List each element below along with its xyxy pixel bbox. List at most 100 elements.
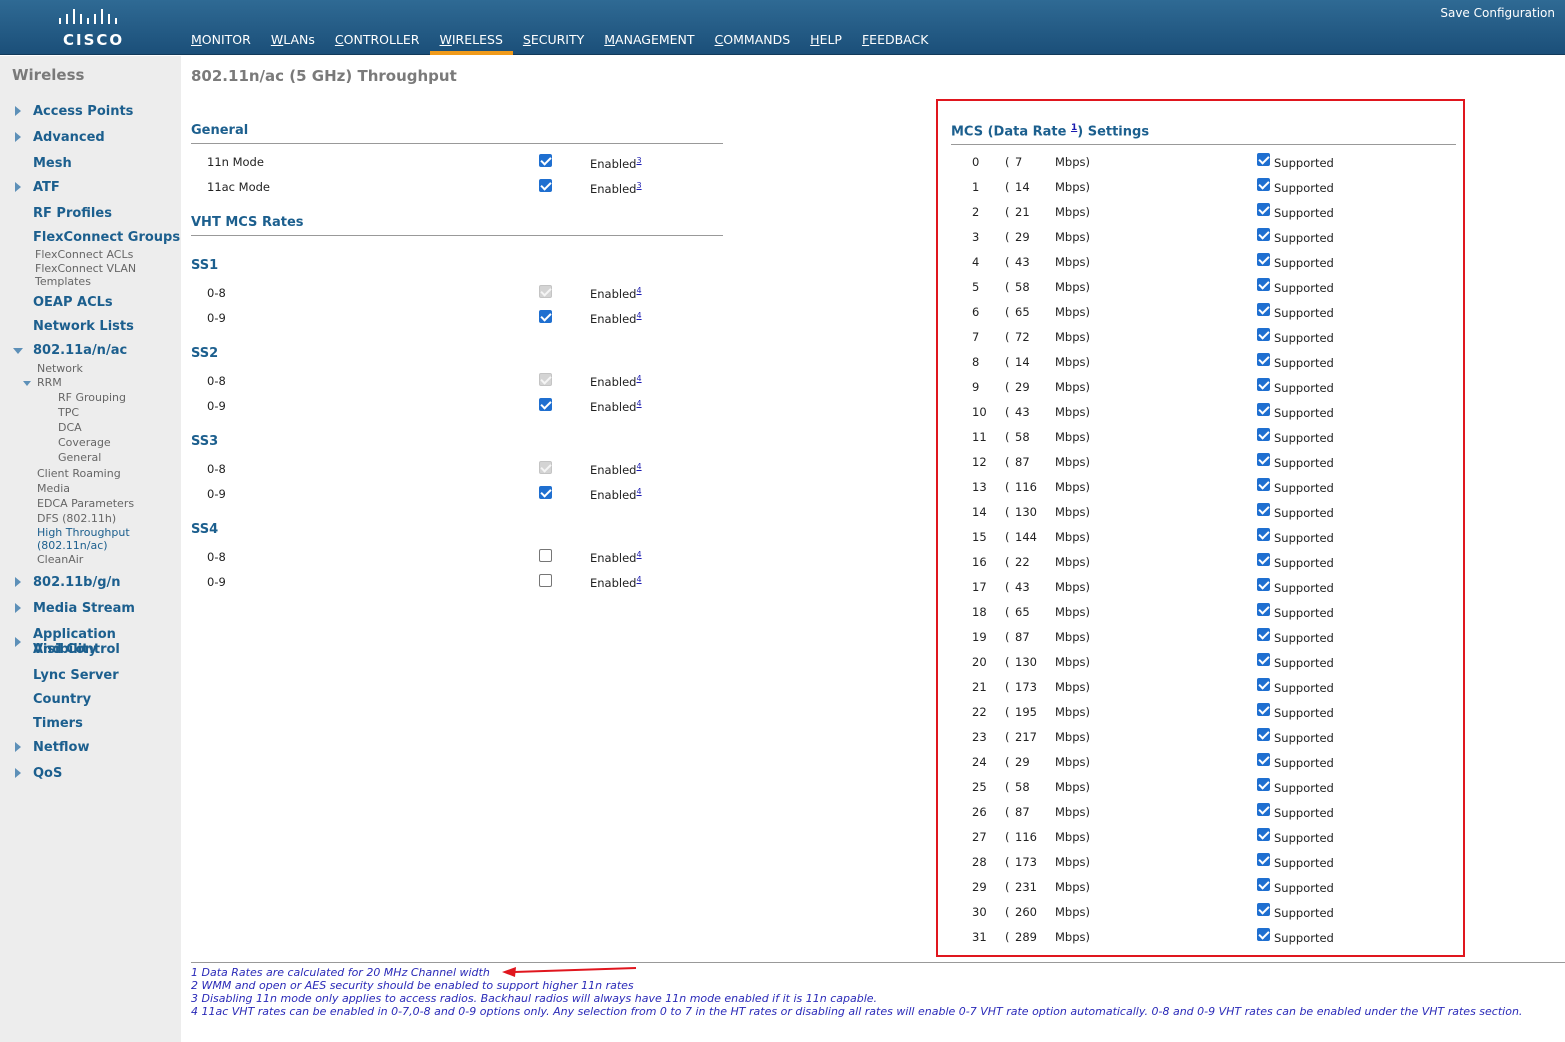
mcs-supported-checkbox[interactable]	[1257, 703, 1270, 716]
sidebar-item-netflow[interactable]: Netflow	[33, 740, 90, 755]
sidebar-item-timers[interactable]: Timers	[33, 716, 83, 731]
mcs-supported-checkbox[interactable]	[1257, 528, 1270, 541]
nav-wlans[interactable]: WLANs	[261, 32, 325, 55]
sidebar-subitem-media[interactable]: Media	[37, 482, 70, 495]
nav-feedback[interactable]: FEEDBACK	[852, 32, 938, 55]
mcs-supported-checkbox[interactable]	[1257, 478, 1270, 491]
sidebar-item-access-points[interactable]: Access Points	[33, 104, 133, 119]
mcs-supported-checkbox[interactable]	[1257, 928, 1270, 941]
sidebar-item-media-stream[interactable]: Media Stream	[33, 601, 135, 616]
sidebar-subitem-tpc[interactable]: TPC	[58, 406, 79, 419]
sidebar-item-country[interactable]: Country	[33, 692, 91, 707]
expand-arrow-icon[interactable]	[15, 768, 21, 778]
sidebar-subitem-coverage[interactable]: Coverage	[58, 436, 111, 449]
sidebar-subitem-templates[interactable]: Templates	[35, 275, 91, 288]
mcs-supported-checkbox[interactable]	[1257, 628, 1270, 641]
sidebar-item-802-11a[interactable]: 802.11a/n/ac	[33, 343, 127, 358]
save-configuration-link[interactable]: Save Configuration	[1440, 6, 1555, 20]
ss3-0-9-checkbox[interactable]	[539, 486, 552, 499]
mcs-supported-checkbox[interactable]	[1257, 428, 1270, 441]
footnote-link[interactable]: 4	[636, 550, 641, 559]
sidebar-subitem-rf-grouping[interactable]: RF Grouping	[58, 391, 126, 404]
mcs-supported-checkbox[interactable]	[1257, 453, 1270, 466]
nav-controller[interactable]: CONTROLLER	[325, 32, 430, 55]
mcs-supported-checkbox[interactable]	[1257, 153, 1270, 166]
mcs-supported-checkbox[interactable]	[1257, 278, 1270, 291]
ss2-0-9-checkbox[interactable]	[539, 398, 552, 411]
expand-arrow-icon[interactable]	[15, 577, 21, 587]
sidebar-subitem-high-throughput[interactable]: High Throughput	[37, 526, 130, 539]
collapse-arrow-icon[interactable]	[13, 348, 23, 354]
mcs-supported-checkbox[interactable]	[1257, 828, 1270, 841]
footnote-link[interactable]: 4	[636, 575, 641, 584]
sidebar-subitem-network[interactable]: Network	[37, 362, 83, 375]
footnote-link[interactable]: 4	[636, 311, 641, 320]
mcs-supported-checkbox[interactable]	[1257, 853, 1270, 866]
mcs-supported-checkbox[interactable]	[1257, 353, 1270, 366]
expand-arrow-icon[interactable]	[15, 106, 21, 116]
sidebar-subitem-dca[interactable]: DCA	[58, 421, 82, 434]
mcs-supported-checkbox[interactable]	[1257, 303, 1270, 316]
mcs-supported-checkbox[interactable]	[1257, 553, 1270, 566]
sidebar-subitem-high-throughput-band[interactable]: (802.11n/ac)	[37, 539, 108, 552]
sidebar-subitem-edca[interactable]: EDCA Parameters	[37, 497, 134, 510]
ss4-0-9-checkbox[interactable]	[539, 574, 552, 587]
nav-security[interactable]: SECURITY	[513, 32, 594, 55]
mcs-supported-checkbox[interactable]	[1257, 878, 1270, 891]
mcs-supported-checkbox[interactable]	[1257, 778, 1270, 791]
mcs-supported-checkbox[interactable]	[1257, 653, 1270, 666]
mcs-supported-checkbox[interactable]	[1257, 603, 1270, 616]
footnote-link[interactable]: 4	[636, 399, 641, 408]
11n-mode-checkbox[interactable]	[539, 154, 552, 167]
footnote-link[interactable]: 4	[636, 286, 641, 295]
mcs-supported-checkbox[interactable]	[1257, 178, 1270, 191]
expand-arrow-icon[interactable]	[15, 182, 21, 192]
mcs-supported-checkbox[interactable]	[1257, 903, 1270, 916]
sidebar-item-flexconnect-groups[interactable]: FlexConnect Groups	[33, 230, 180, 245]
mcs-supported-checkbox[interactable]	[1257, 578, 1270, 591]
mcs-supported-checkbox[interactable]	[1257, 803, 1270, 816]
mcs-supported-checkbox[interactable]	[1257, 403, 1270, 416]
mcs-supported-checkbox[interactable]	[1257, 203, 1270, 216]
footnote-link[interactable]: 3	[636, 181, 641, 190]
ss4-0-8-checkbox[interactable]	[539, 549, 552, 562]
nav-wireless[interactable]: WIRELESS	[429, 32, 514, 55]
mcs-supported-checkbox[interactable]	[1257, 503, 1270, 516]
nav-help[interactable]: HELP	[800, 32, 852, 55]
expand-arrow-icon[interactable]	[15, 132, 21, 142]
sidebar-subitem-dfs[interactable]: DFS (802.11h)	[37, 512, 116, 525]
footnote-link[interactable]: 4	[636, 487, 641, 496]
footnote-link[interactable]: 4	[636, 374, 641, 383]
expand-arrow-icon[interactable]	[15, 603, 21, 613]
sidebar-item-rf-profiles[interactable]: RF Profiles	[33, 206, 112, 221]
ss1-0-9-checkbox[interactable]	[539, 310, 552, 323]
sidebar-item-network-lists[interactable]: Network Lists	[33, 319, 134, 334]
mcs-supported-checkbox[interactable]	[1257, 328, 1270, 341]
sidebar-item-802-11b[interactable]: 802.11b/g/n	[33, 575, 121, 590]
sidebar-subitem-flexconnect-acls[interactable]: FlexConnect ACLs	[35, 248, 133, 261]
sidebar-subitem-general[interactable]: General	[58, 451, 101, 464]
expand-arrow-icon[interactable]	[15, 742, 21, 752]
footnote-link[interactable]: 4	[636, 462, 641, 471]
11ac-mode-checkbox[interactable]	[539, 179, 552, 192]
sidebar-item-advanced[interactable]: Advanced	[33, 130, 105, 145]
mcs-supported-checkbox[interactable]	[1257, 378, 1270, 391]
expand-arrow-icon[interactable]	[15, 637, 21, 647]
mcs-supported-checkbox[interactable]	[1257, 678, 1270, 691]
nav-management[interactable]: MANAGEMENT	[594, 32, 704, 55]
sidebar-item-oeap-acls[interactable]: OEAP ACLs	[33, 295, 113, 310]
mcs-supported-checkbox[interactable]	[1257, 228, 1270, 241]
sidebar-item-qos[interactable]: QoS	[33, 766, 62, 781]
sidebar-subitem-cleanair[interactable]: CleanAir	[37, 553, 83, 566]
sidebar-subitem-flexconnect-vlan[interactable]: FlexConnect VLAN	[35, 262, 136, 275]
sidebar-item-mesh[interactable]: Mesh	[33, 156, 72, 171]
sidebar-item-avc-cont[interactable]: And Control	[33, 642, 120, 657]
sidebar-item-atf[interactable]: ATF	[33, 180, 60, 195]
sidebar-subitem-client-roaming[interactable]: Client Roaming	[37, 467, 121, 480]
sidebar-item-lync-server[interactable]: Lync Server	[33, 668, 119, 683]
nav-monitor[interactable]: MONITOR	[181, 32, 261, 55]
sidebar-subitem-rrm[interactable]: RRM	[37, 376, 62, 389]
footnote-link[interactable]: 3	[636, 156, 641, 165]
mcs-supported-checkbox[interactable]	[1257, 728, 1270, 741]
mcs-supported-checkbox[interactable]	[1257, 753, 1270, 766]
